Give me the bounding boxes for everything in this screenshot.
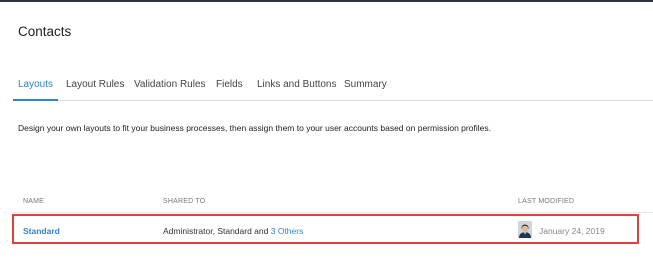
user-avatar-icon: [518, 221, 532, 238]
active-tab-indicator: [13, 99, 58, 101]
tab-fields[interactable]: Fields: [216, 79, 243, 90]
tab-links-and-buttons[interactable]: Links and Buttons: [257, 79, 337, 90]
column-header-shared-to: SHARED TO: [163, 198, 206, 205]
page-description: Design your own layouts to fit your busi…: [18, 123, 491, 133]
tab-layouts[interactable]: Layouts: [18, 79, 53, 90]
tab-validation-rules[interactable]: Validation Rules: [134, 79, 206, 90]
last-modified-date: January 24, 2019: [539, 226, 605, 236]
shared-to-cell: Administrator, Standard and 3 Others: [163, 226, 303, 236]
shared-others-link[interactable]: 3 Others: [271, 226, 304, 236]
tab-bar: Layouts Layout Rules Validation Rules Fi…: [0, 74, 653, 98]
top-edge-bar: [0, 0, 653, 2]
shared-to-text: Administrator, Standard and: [163, 226, 269, 236]
tabs-divider: [13, 100, 653, 101]
page-title: Contacts: [18, 24, 72, 39]
tab-summary[interactable]: Summary: [344, 79, 387, 90]
column-header-last-modified: LAST MODIFIED: [518, 198, 575, 205]
layout-name-link[interactable]: Standard: [23, 226, 60, 236]
table-header-divider: [13, 212, 653, 213]
tab-layout-rules[interactable]: Layout Rules: [66, 79, 124, 90]
column-header-name: NAME: [23, 198, 45, 205]
